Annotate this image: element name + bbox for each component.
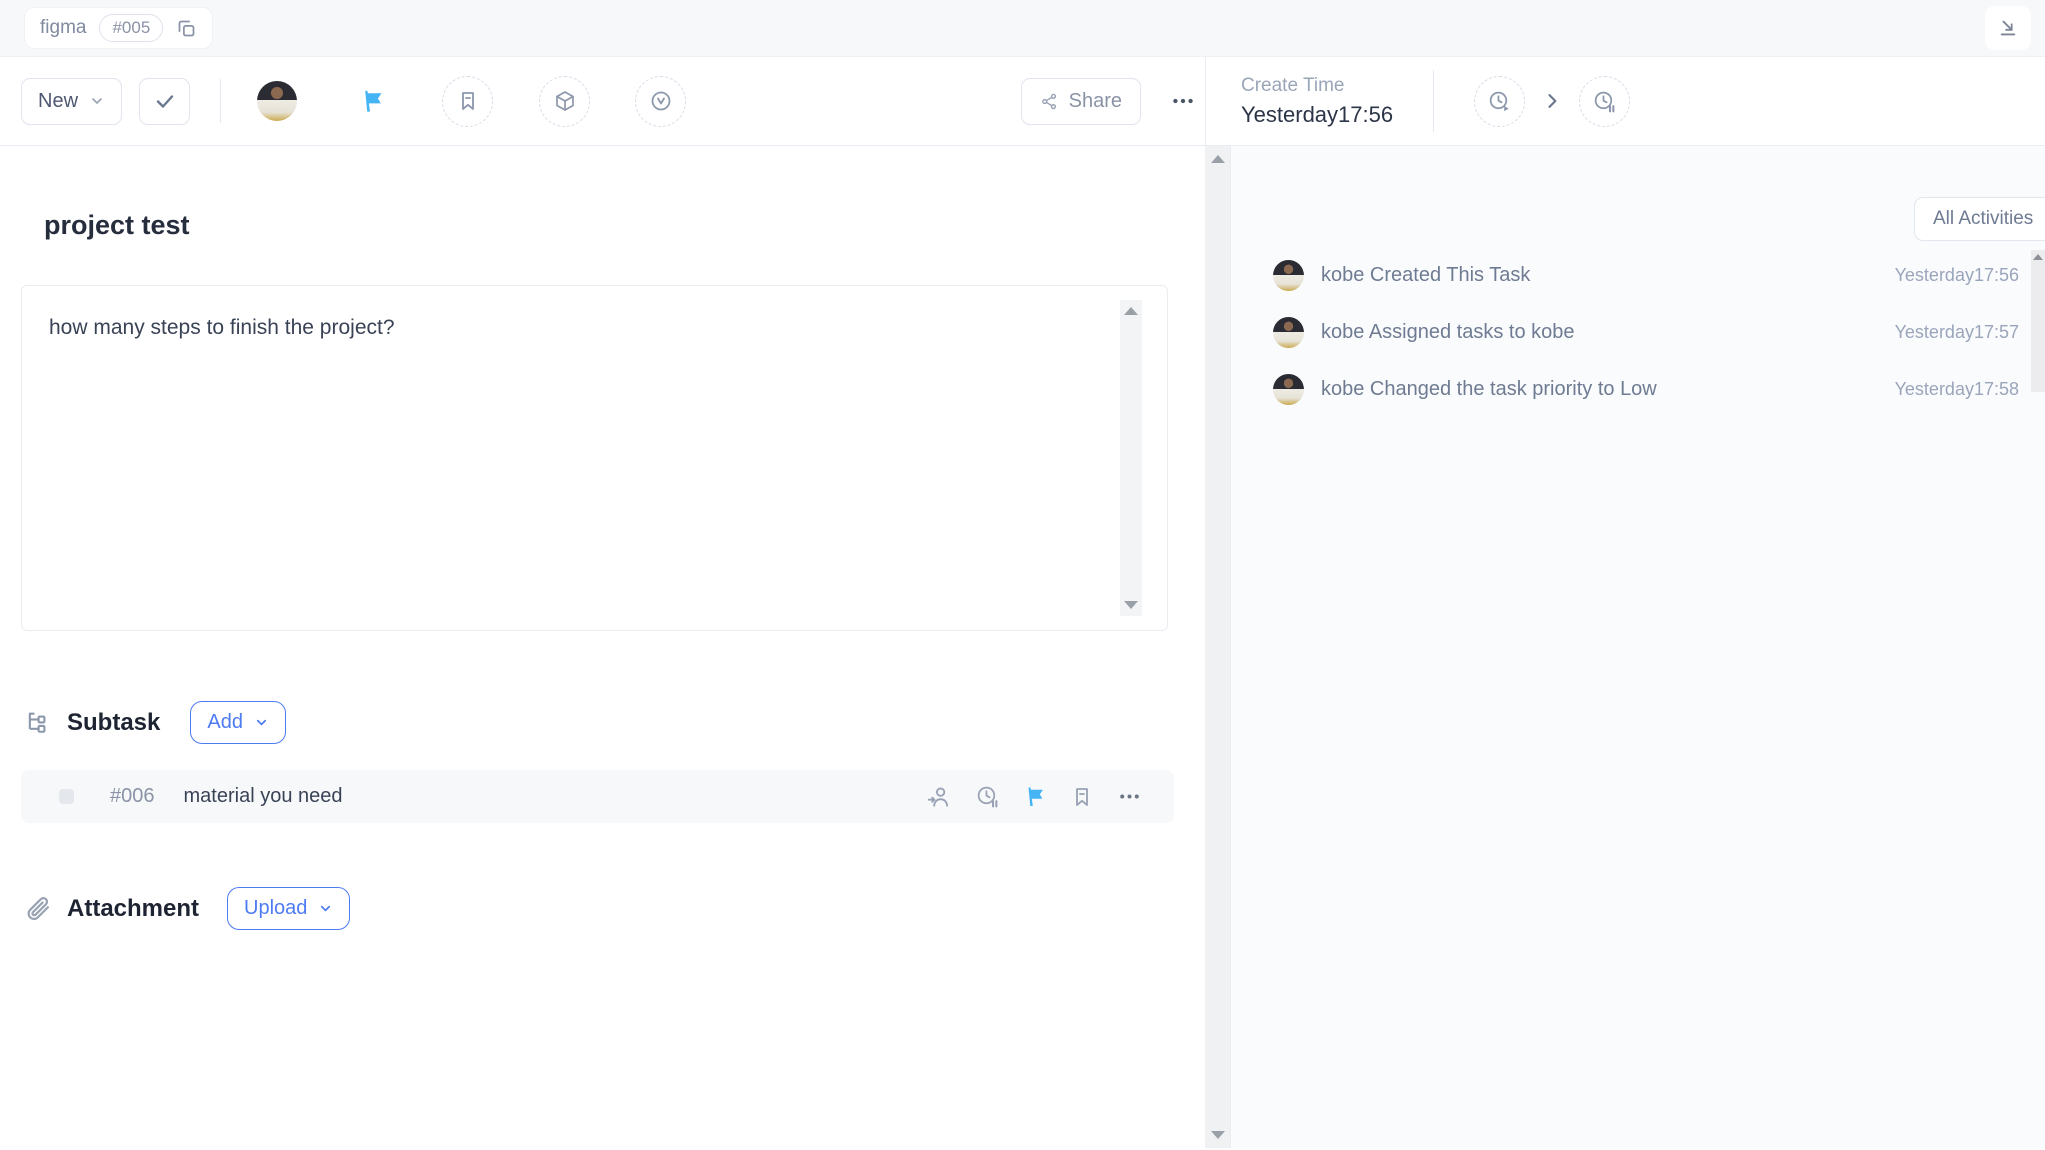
panel-scrollbar-thumb[interactable] — [2031, 250, 2045, 392]
activity-row: kobe Created This Task Yesterday17:56 — [1231, 247, 2045, 304]
task-title[interactable]: project test — [44, 210, 1205, 241]
status-dropdown-label: New — [38, 90, 78, 113]
start-time-button[interactable] — [1474, 76, 1525, 127]
share-icon — [1040, 92, 1059, 111]
activity-timestamp: Yesterday17:56 — [1895, 265, 2019, 286]
subtask-row-actions — [926, 784, 1142, 810]
activity-panel: All Activities kobe Created This Task Ye… — [1230, 146, 2045, 1148]
upload-attachment-button[interactable]: Upload — [227, 887, 350, 930]
scroll-down-arrow-icon[interactable] — [1211, 1131, 1225, 1139]
activity-text: kobe Changed the task priority to Low — [1321, 378, 1657, 401]
subtask-time-button[interactable] — [975, 784, 1000, 809]
toolbar: New — [0, 57, 2045, 146]
activity-timestamp: Yesterday17:58 — [1895, 379, 2019, 400]
subtask-label-button[interactable] — [1070, 785, 1094, 809]
share-button[interactable]: Share — [1021, 78, 1141, 125]
scroll-up-arrow-icon — [2033, 254, 2043, 260]
scroll-up-arrow-icon[interactable] — [1124, 307, 1138, 315]
due-time-button[interactable] — [1579, 76, 1630, 127]
toolbar-left: New — [0, 57, 1205, 145]
description-scrollbar[interactable] — [1120, 300, 1142, 616]
minimize-to-corner-button[interactable] — [1985, 6, 2031, 50]
subtask-status-checkbox[interactable] — [59, 789, 74, 804]
copy-link-icon[interactable] — [176, 18, 197, 39]
description-editor[interactable]: how many steps to finish the project? — [21, 285, 1168, 631]
bookmark-label-icon — [1070, 785, 1094, 809]
top-bar: figma #005 — [0, 0, 2045, 57]
scroll-up-arrow-icon[interactable] — [1211, 155, 1225, 163]
chevron-down-icon — [254, 715, 269, 730]
toolbar-divider — [220, 79, 221, 123]
add-subtask-label: Add — [207, 711, 243, 734]
clock-pause-icon — [1592, 89, 1617, 114]
subtask-row[interactable]: #006 material you need — [21, 770, 1174, 823]
activity-avatar — [1273, 260, 1304, 291]
subtask-heading: Subtask — [67, 709, 160, 737]
check-icon — [153, 89, 177, 113]
subtask-header: Subtask Add — [24, 701, 1205, 744]
task-detail-window: figma #005 New — [0, 0, 2045, 1150]
main-content: project test how many steps to finish th… — [0, 146, 1205, 1148]
complete-task-button[interactable] — [139, 78, 190, 125]
clock-play-icon — [1487, 89, 1512, 114]
ellipsis-icon — [1117, 784, 1142, 809]
activity-filter-label: All Activities — [1933, 208, 2033, 230]
activity-timestamp: Yesterday17:57 — [1895, 322, 2019, 343]
paperclip-icon — [24, 895, 52, 923]
subtask-id: #006 — [110, 785, 155, 808]
ellipsis-icon — [1170, 88, 1196, 114]
flag-icon — [1023, 785, 1047, 809]
chevron-down-icon — [318, 901, 333, 916]
attachment-header: Attachment Upload — [24, 887, 1205, 930]
activity-filter-button[interactable]: All Activities — [1914, 197, 2045, 241]
assign-member-button[interactable] — [926, 784, 952, 810]
breadcrumb: figma #005 — [24, 7, 213, 49]
subtask-title[interactable]: material you need — [184, 785, 343, 808]
chevron-right-icon — [1542, 91, 1562, 111]
dock-arrow-icon — [1997, 17, 2019, 39]
status-dropdown-button[interactable]: New — [21, 78, 122, 125]
more-actions-button[interactable] — [1161, 88, 1205, 114]
panel-header: Create Time Yesterday17:56 — [1205, 57, 2045, 145]
version-circle-icon — [649, 89, 673, 113]
attachment-heading: Attachment — [67, 895, 199, 923]
storypoint-button[interactable] — [539, 76, 590, 127]
cube-icon — [553, 89, 577, 113]
task-number-badge: #005 — [99, 14, 163, 42]
label-button[interactable] — [442, 76, 493, 127]
body: project test how many steps to finish th… — [0, 146, 2045, 1148]
flag-icon — [359, 88, 386, 115]
upload-label: Upload — [244, 897, 307, 920]
create-time-block: Create Time Yesterday17:56 — [1241, 75, 1393, 128]
bookmark-label-icon — [456, 89, 480, 113]
chevron-down-icon — [89, 93, 105, 109]
project-name[interactable]: figma — [40, 17, 86, 39]
activity-text: kobe Assigned tasks to kobe — [1321, 321, 1575, 344]
scroll-down-arrow-icon[interactable] — [1124, 601, 1138, 609]
activity-row: kobe Assigned tasks to kobe Yesterday17:… — [1231, 304, 2045, 361]
panel-header-divider — [1433, 70, 1434, 132]
assignee-avatar[interactable] — [257, 81, 297, 121]
share-button-label: Share — [1069, 90, 1122, 113]
description-text: how many steps to finish the project? — [49, 316, 1097, 340]
create-time-value[interactable]: Yesterday17:56 — [1241, 102, 1393, 128]
create-time-label: Create Time — [1241, 75, 1393, 97]
activity-row: kobe Changed the task priority to Low Ye… — [1231, 361, 2045, 418]
clock-pause-icon — [975, 784, 1000, 809]
activity-avatar — [1273, 317, 1304, 348]
subtask-more-button[interactable] — [1117, 784, 1142, 809]
add-subtask-button[interactable]: Add — [190, 701, 286, 744]
priority-flag-button[interactable] — [359, 88, 386, 115]
subtask-tree-icon — [24, 709, 52, 737]
assign-person-icon — [926, 784, 952, 810]
activity-list: kobe Created This Task Yesterday17:56 ko… — [1231, 247, 2045, 418]
subtask-priority-button[interactable] — [1023, 785, 1047, 809]
page-scrollbar[interactable] — [1205, 146, 1230, 1148]
activity-text: kobe Created This Task — [1321, 264, 1530, 287]
activity-avatar — [1273, 374, 1304, 405]
version-button[interactable] — [635, 76, 686, 127]
